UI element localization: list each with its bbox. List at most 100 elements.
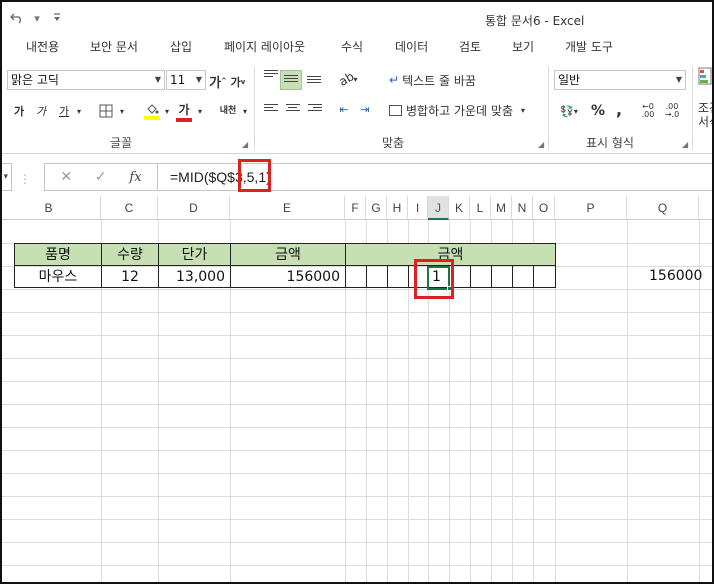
increase-decimal-icon[interactable]: ←0.00 bbox=[638, 100, 658, 122]
column-header-p[interactable]: P bbox=[555, 196, 627, 220]
font-color-button[interactable]: 가 bbox=[174, 100, 194, 122]
merge-center-button[interactable]: 병합하고 가운데 맞춤 ▾ bbox=[389, 100, 525, 120]
font-size-combo[interactable]: 11 ▼ bbox=[166, 70, 206, 90]
customize-qat-icon[interactable] bbox=[50, 10, 64, 26]
column-header-k[interactable]: K bbox=[449, 196, 470, 220]
chevron-down-icon[interactable]: ▾ bbox=[74, 104, 84, 118]
name-box-dropdown[interactable]: ▾ bbox=[2, 163, 12, 191]
formula-bar-grip-icon[interactable]: ⋮ bbox=[19, 172, 31, 186]
chevron-down-icon[interactable]: ▾ bbox=[240, 104, 250, 118]
orientation-button[interactable]: ab ▾ bbox=[334, 69, 362, 89]
decrease-decimal-icon[interactable]: .00 →.0 bbox=[662, 100, 682, 122]
cell-amount[interactable]: 156000 bbox=[230, 265, 346, 288]
group-separator bbox=[548, 66, 549, 150]
wrap-text-icon: ↵ bbox=[389, 73, 400, 87]
column-header-c[interactable]: C bbox=[101, 196, 158, 220]
header-cell-amount[interactable]: 금액 bbox=[230, 243, 346, 266]
underline-label: 가 bbox=[58, 105, 70, 118]
cell-price[interactable]: 13,000 bbox=[158, 265, 231, 288]
cell-f3[interactable] bbox=[345, 265, 367, 288]
decrease-indent-icon[interactable]: ⇤ bbox=[336, 100, 352, 118]
dialog-launcher-icon[interactable]: ◢ bbox=[682, 140, 688, 149]
tab-developer[interactable]: 개발 도구 bbox=[565, 38, 613, 55]
insert-function-icon[interactable]: fx bbox=[129, 170, 141, 185]
italic-button[interactable]: 가 bbox=[34, 102, 48, 120]
column-header-b[interactable]: B bbox=[2, 196, 101, 220]
enter-icon[interactable]: ✓ bbox=[95, 169, 107, 185]
column-header-e[interactable]: E bbox=[230, 196, 345, 220]
cell-m3[interactable] bbox=[491, 265, 513, 288]
undo-dropdown-icon[interactable]: ▾ bbox=[30, 10, 44, 26]
conditional-format-icon[interactable] bbox=[698, 66, 712, 86]
ribbon: 맑은 고딕 ▼ 11 ▼ 가 ^ 가v 가 가 가 ▾ ▾ ▾ 가 ▾ 내천 ▾… bbox=[2, 60, 712, 154]
column-header-l[interactable]: L bbox=[470, 196, 491, 220]
font-color-label: 가 bbox=[178, 102, 190, 117]
column-header-h[interactable]: H bbox=[387, 196, 408, 220]
borders-icon[interactable] bbox=[97, 102, 115, 120]
underline-button[interactable]: 가 bbox=[54, 102, 74, 120]
chevron-down-icon[interactable]: ▾ bbox=[162, 104, 172, 118]
column-header-d[interactable]: D bbox=[158, 196, 230, 220]
fill-color-button[interactable] bbox=[142, 100, 162, 122]
cell-o3[interactable] bbox=[533, 265, 556, 288]
tab-review[interactable]: 검토 bbox=[459, 38, 481, 55]
tab-view[interactable]: 보기 bbox=[512, 38, 534, 55]
shrink-font-button[interactable]: 가v bbox=[231, 74, 246, 90]
column-header-f[interactable]: F bbox=[345, 196, 366, 220]
cell-l3[interactable] bbox=[470, 265, 492, 288]
column-header-o[interactable]: O bbox=[533, 196, 555, 220]
comma-button[interactable]: , bbox=[614, 100, 624, 119]
undo-icon[interactable] bbox=[10, 10, 24, 26]
font-name-combo[interactable]: 맑은 고딕 ▼ bbox=[7, 70, 165, 90]
formula-highlight-box bbox=[238, 159, 271, 192]
cell-highlight-box bbox=[414, 259, 454, 299]
tab-page-layout[interactable]: 페이지 레이아웃 bbox=[224, 38, 305, 55]
align-center-icon[interactable] bbox=[286, 104, 300, 116]
percent-button[interactable]: % bbox=[590, 102, 606, 120]
conditional-format-label-2: 서식 bbox=[698, 114, 712, 129]
tab-security[interactable]: 보안 문서 bbox=[90, 38, 138, 55]
tab-insert[interactable]: 삽입 bbox=[170, 38, 192, 55]
wrap-text-label: 텍스트 줄 바꿈 bbox=[402, 73, 476, 88]
header-cell-price[interactable]: 단가 bbox=[158, 243, 231, 266]
align-left-icon[interactable] bbox=[264, 104, 278, 116]
number-format-combo[interactable]: 일반 ▼ bbox=[554, 70, 686, 90]
column-header-m[interactable]: M bbox=[491, 196, 512, 220]
chevron-down-icon[interactable]: ▾ bbox=[117, 104, 127, 118]
align-right-icon[interactable] bbox=[308, 104, 322, 116]
cancel-icon[interactable]: ✕ bbox=[60, 169, 72, 185]
tab-formulas[interactable]: 수식 bbox=[341, 38, 363, 55]
cell-q3[interactable]: 156000 bbox=[649, 268, 702, 284]
wrap-text-button[interactable]: ↵ 텍스트 줄 바꿈 bbox=[389, 70, 476, 90]
chevron-down-icon[interactable]: ▾ bbox=[195, 104, 205, 118]
header-cell-item[interactable]: 품명 bbox=[14, 243, 102, 266]
cell-qty[interactable]: 12 bbox=[101, 265, 159, 288]
column-header-i[interactable]: I bbox=[408, 196, 428, 220]
cell-item[interactable]: 마우스 bbox=[14, 265, 102, 288]
column-header-n[interactable]: N bbox=[512, 196, 533, 220]
column-header-q[interactable]: Q bbox=[627, 196, 699, 220]
column-header-j[interactable]: J bbox=[428, 196, 449, 220]
dialog-launcher-icon[interactable]: ◢ bbox=[538, 140, 544, 149]
cell-n3[interactable] bbox=[512, 265, 534, 288]
tab-home[interactable]: 내전용 bbox=[26, 38, 59, 55]
font-group-label: 글꼴 bbox=[110, 136, 133, 150]
align-bottom-icon[interactable] bbox=[307, 76, 321, 88]
excel-window: ▾ 통합 문서6 - Excel 내전용 보안 문서 삽입 페이지 레이아웃 수… bbox=[0, 0, 714, 584]
increase-indent-icon[interactable]: ⇥ bbox=[357, 100, 373, 118]
title-bar: ▾ 통합 문서6 - Excel bbox=[2, 2, 712, 36]
tab-data[interactable]: 데이터 bbox=[395, 38, 428, 55]
cell-h3[interactable] bbox=[387, 265, 409, 288]
currency-icon: 💱 bbox=[560, 104, 574, 118]
cell-g3[interactable] bbox=[366, 265, 388, 288]
phonetic-guide-button[interactable]: 내천 bbox=[216, 100, 240, 122]
grow-font-button[interactable]: 가 ^ bbox=[209, 72, 227, 91]
number-group-label: 표시 형식 bbox=[586, 136, 634, 150]
column-header-g[interactable]: G bbox=[366, 196, 387, 220]
align-middle-button[interactable] bbox=[280, 70, 302, 90]
bold-button[interactable]: 가 bbox=[12, 102, 26, 120]
accounting-format-button[interactable]: 💱 ▾ bbox=[556, 102, 582, 120]
align-top-icon[interactable] bbox=[264, 70, 278, 82]
dialog-launcher-icon[interactable]: ◢ bbox=[242, 140, 248, 149]
header-cell-qty[interactable]: 수량 bbox=[101, 243, 159, 266]
